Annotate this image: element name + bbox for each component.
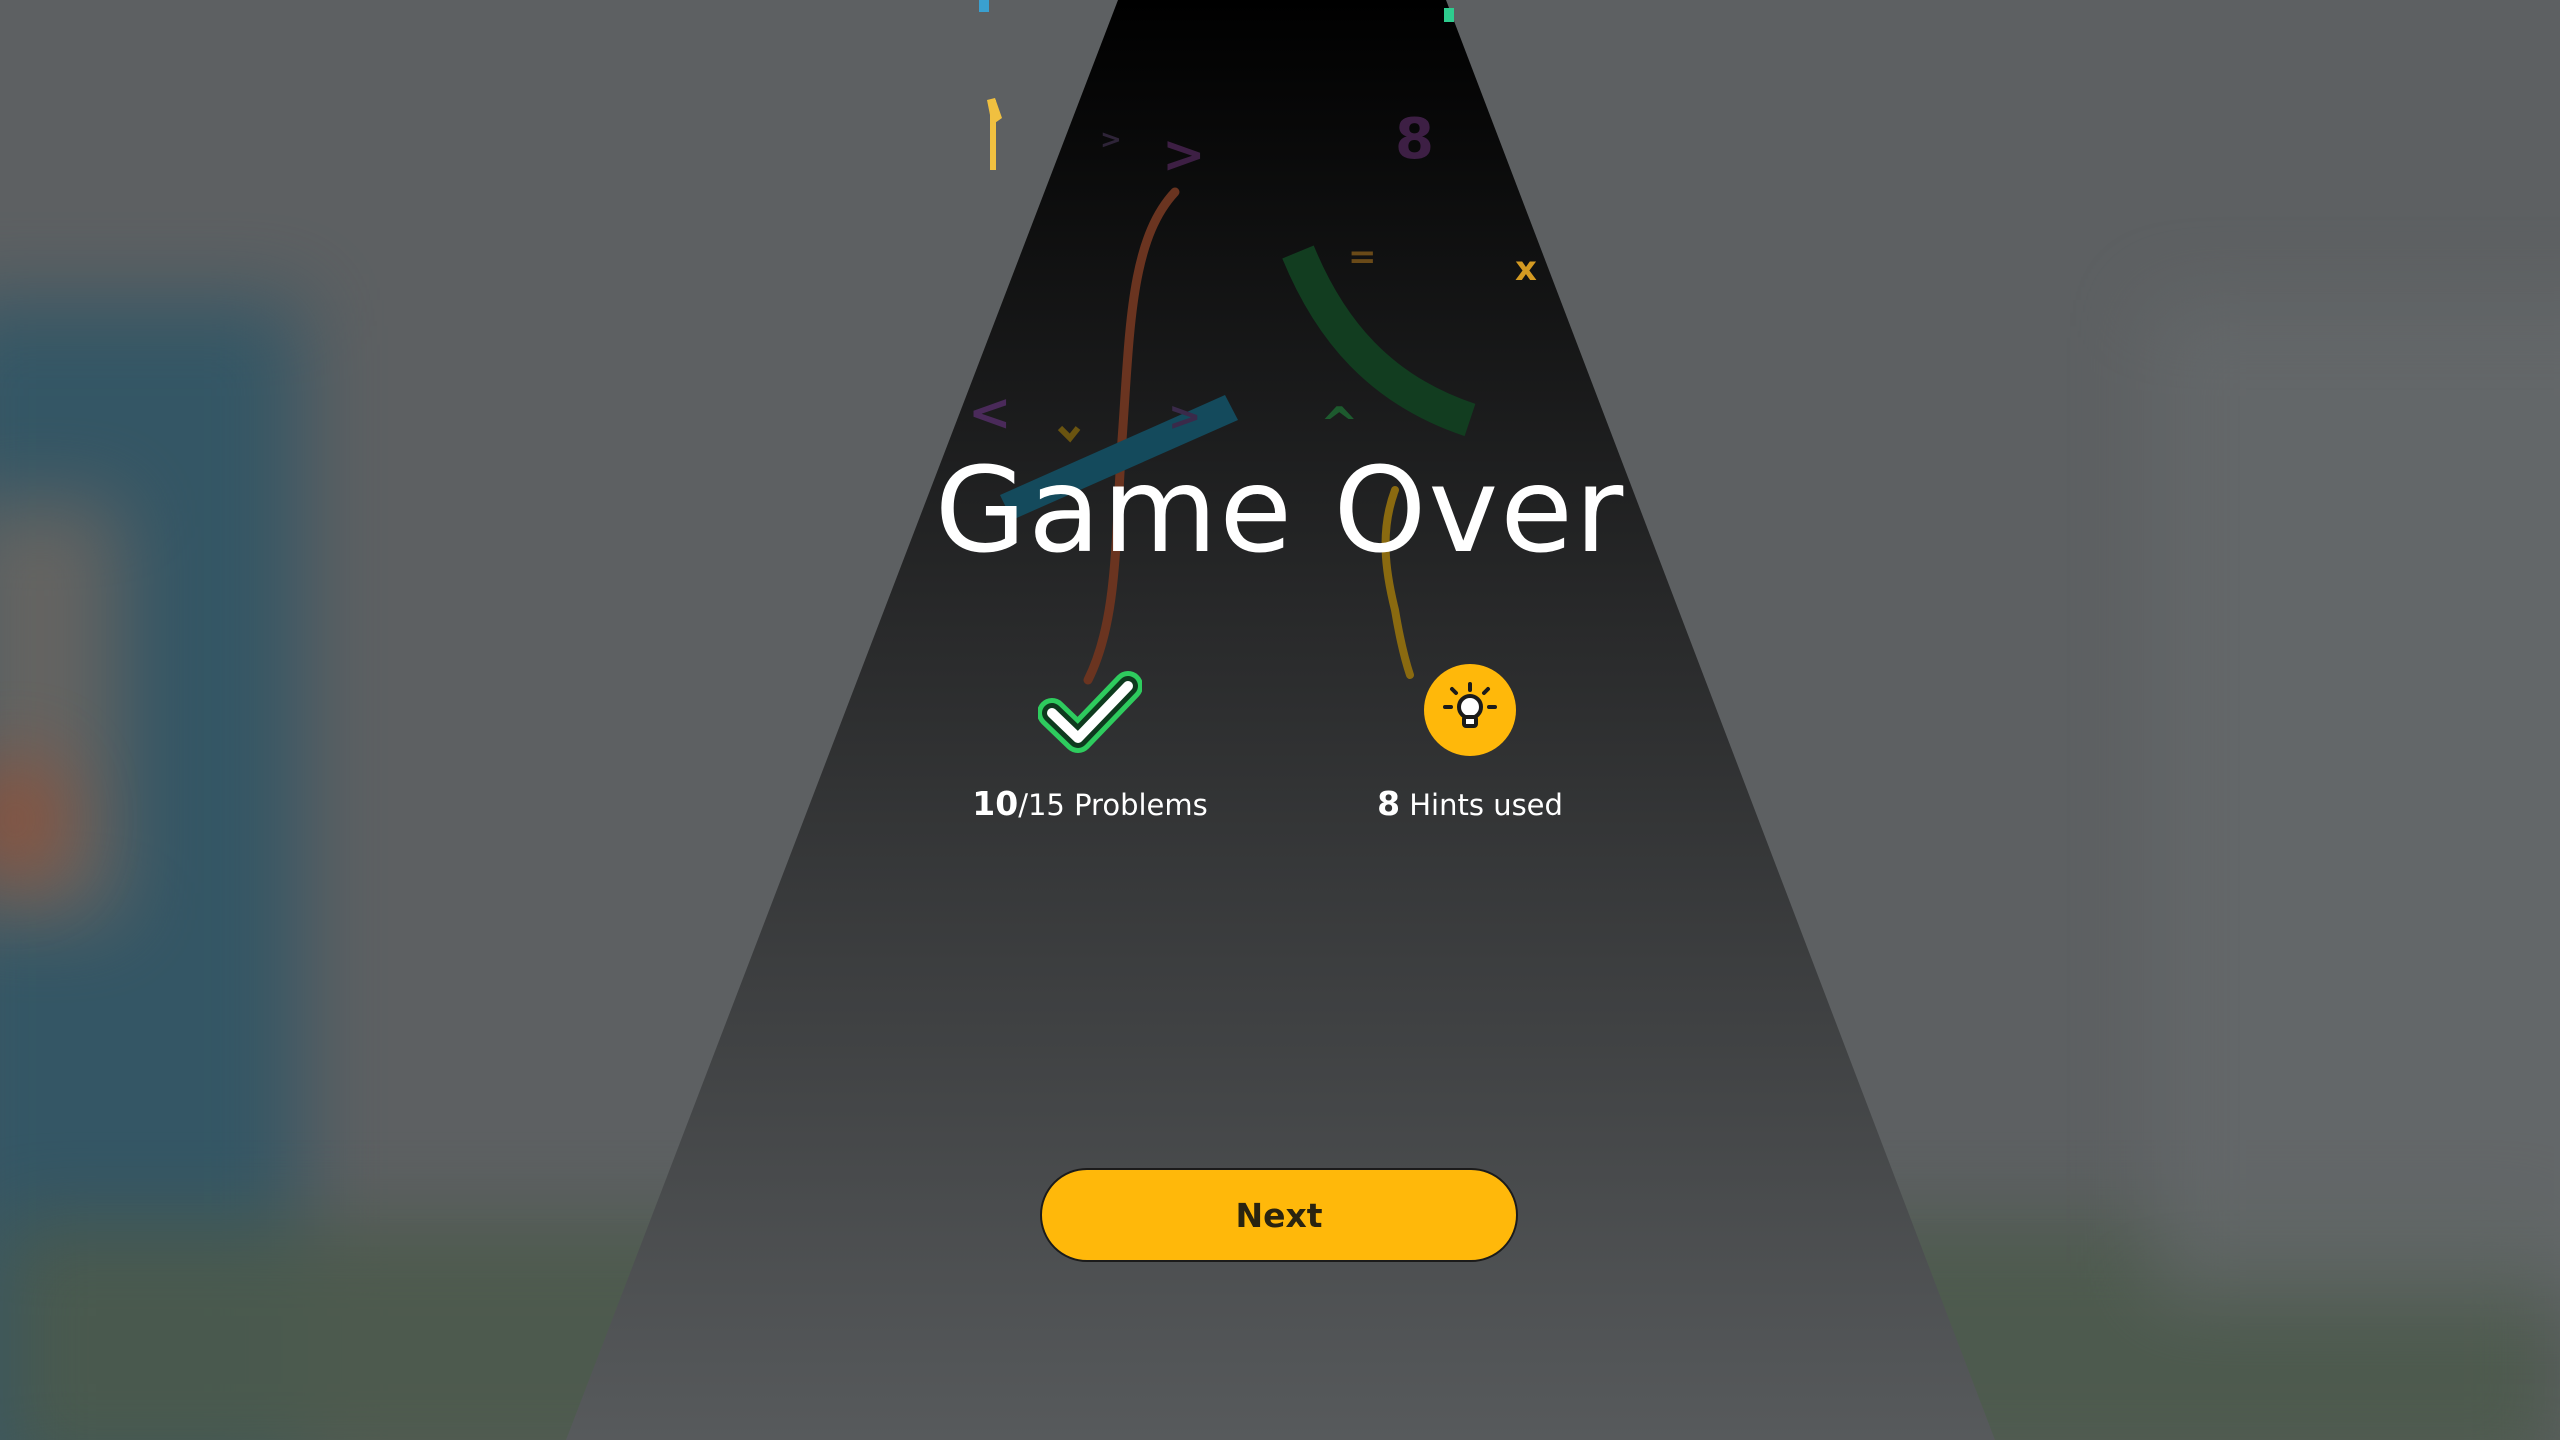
problems-stat: 10/15 Problems: [960, 658, 1220, 823]
problems-solved-count: 10: [972, 784, 1019, 823]
problems-total-suffix: /15 Problems: [1018, 788, 1208, 822]
lightbulb-icon: [1424, 664, 1516, 756]
game-over-title: Game Over: [934, 441, 1626, 579]
hints-used-count: 8: [1377, 784, 1401, 823]
problems-stat-label: 10/15 Problems: [972, 784, 1208, 823]
hints-used-suffix: Hints used: [1400, 788, 1563, 822]
hints-stat-label: 8 Hints used: [1377, 784, 1563, 823]
checkmark-icon: [1038, 671, 1142, 753]
stats-row: 10/15 Problems 8 Hints used: [960, 658, 1600, 823]
game-over-screen: > 8 < ^ > = x > Game Over 10/15 Problems…: [0, 0, 2560, 1440]
hints-stat: 8 Hints used: [1340, 658, 1600, 823]
next-button[interactable]: Next: [1040, 1168, 1518, 1262]
